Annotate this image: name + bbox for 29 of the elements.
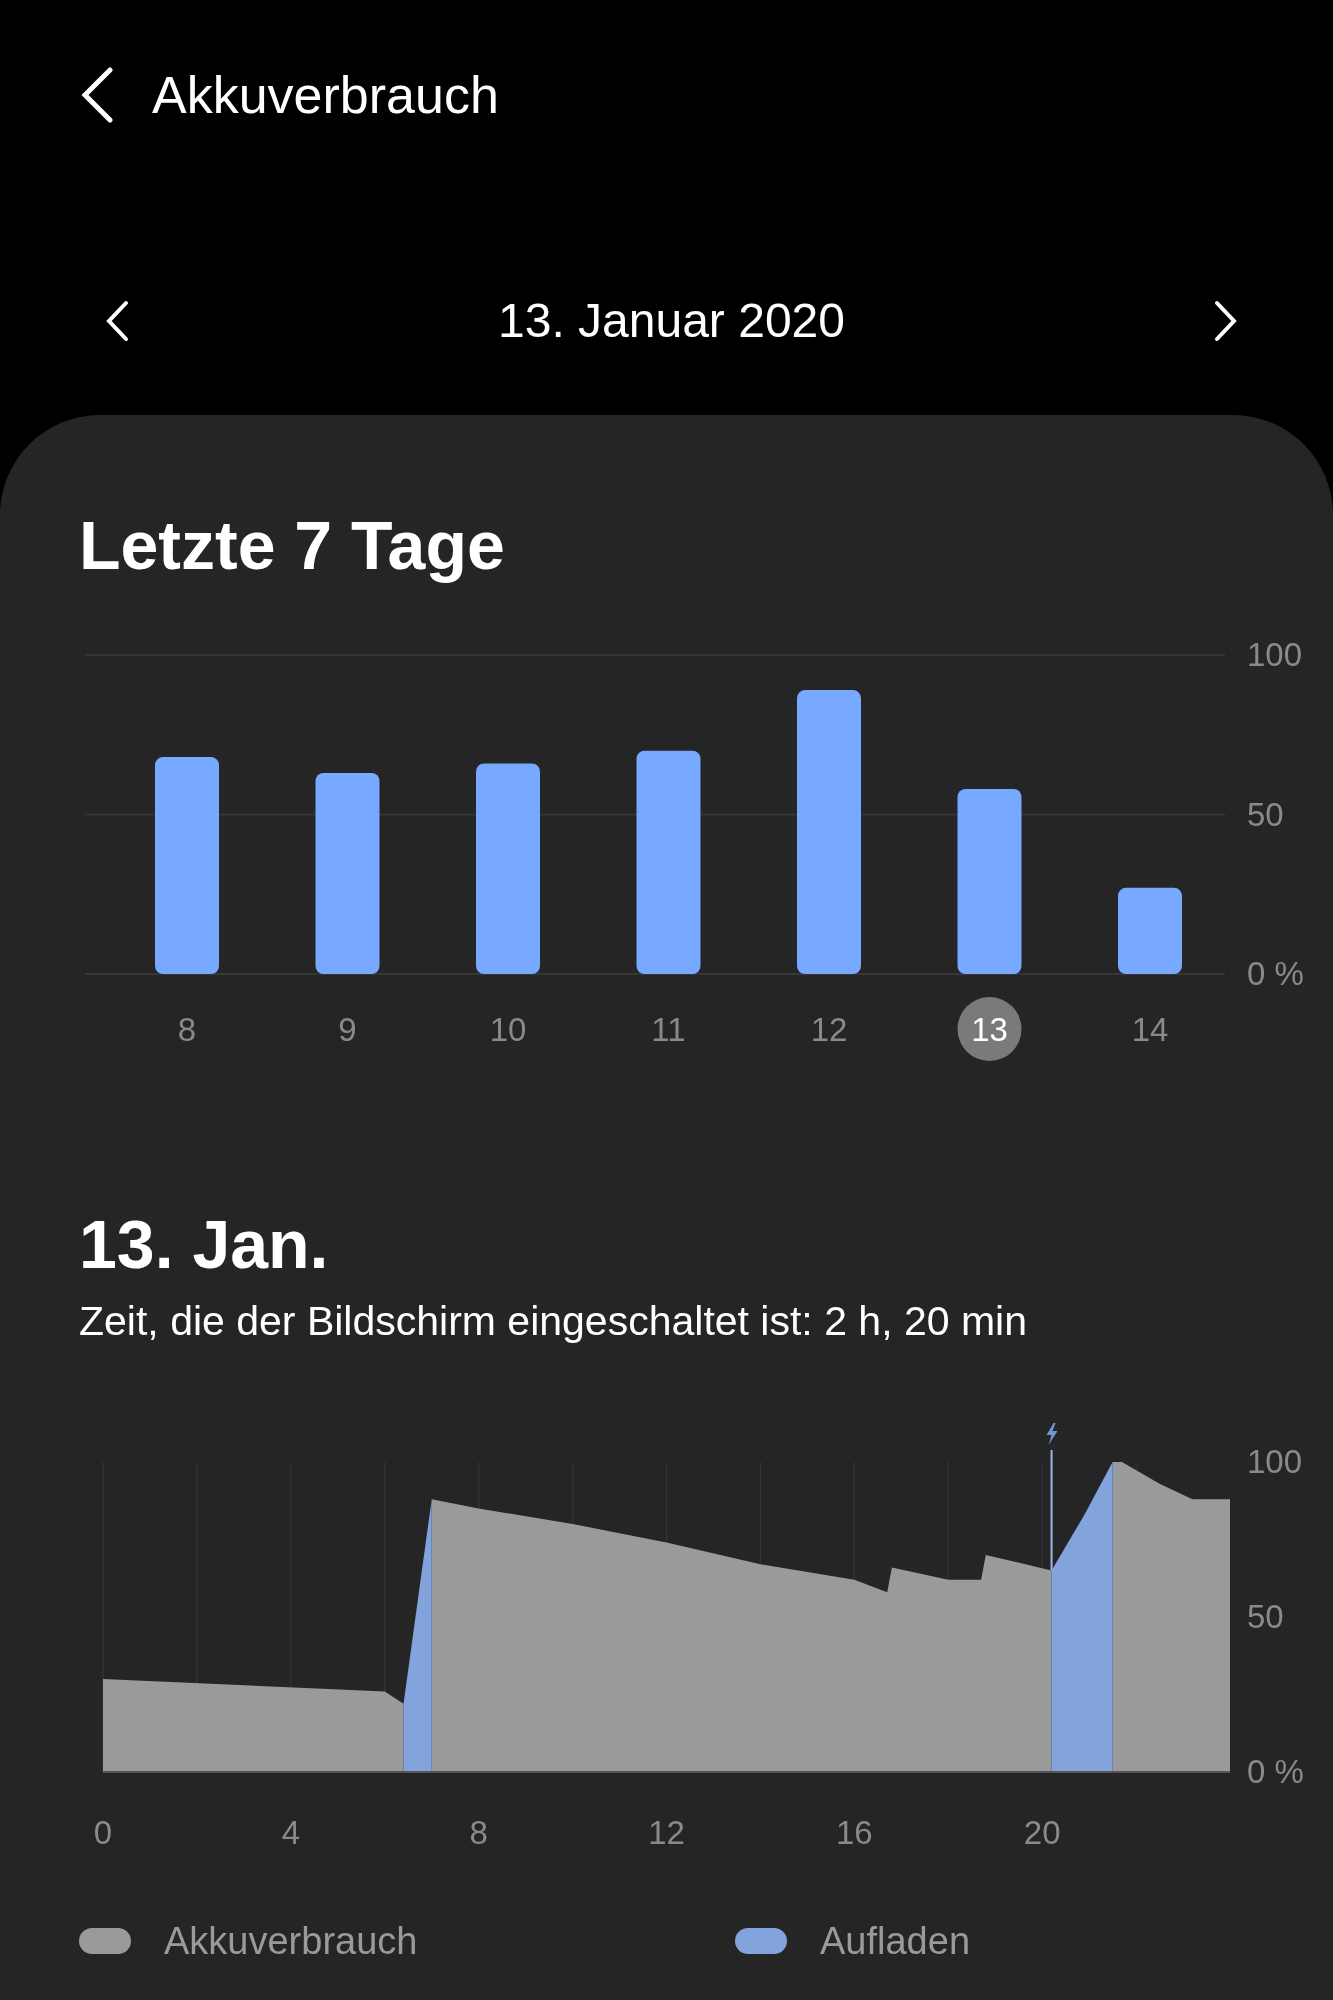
day-label[interactable]: 10: [489, 1010, 527, 1048]
axis-label: 0: [93, 1813, 113, 1851]
axis-label: 16: [835, 1813, 873, 1851]
axis-label: 8: [469, 1813, 488, 1851]
day-label[interactable]: 13: [971, 1010, 1008, 1048]
day-label[interactable]: 12: [810, 1010, 848, 1048]
next-day-button[interactable]: [1214, 299, 1238, 342]
day-label[interactable]: 8: [177, 1010, 197, 1048]
day-label[interactable]: 11: [651, 1010, 686, 1048]
date-label: 13. Januar 2020: [498, 292, 845, 349]
axis-label: 0 %: [1247, 1752, 1304, 1790]
axis-label: 100: [1247, 1442, 1303, 1480]
day-label[interactable]: 9: [338, 1010, 357, 1048]
axis-label: 4: [281, 1813, 300, 1851]
legend-label: Aufladen: [820, 1918, 970, 1964]
axis-label: 50: [1247, 1597, 1284, 1635]
axis-label: 100: [1247, 635, 1303, 673]
back-button[interactable]: [80, 67, 114, 123]
screen-time-text: Zeit, die der Bildschirm eingeschaltet ist: 2 h, 20 min: [79, 1297, 1028, 1347]
previous-day-button[interactable]: [105, 299, 129, 342]
section-title: Letzte 7 Tage: [79, 506, 506, 585]
axis-label: 12: [648, 1813, 685, 1851]
day-label[interactable]: 14: [1131, 1010, 1169, 1048]
screen-title: Akkuverbrauch: [152, 65, 499, 126]
axis-label: 50: [1247, 795, 1284, 833]
axis-label: 20: [1023, 1813, 1061, 1851]
axis-label: 0 %: [1247, 954, 1304, 992]
section-title: 13. Jan.: [79, 1204, 330, 1284]
legend-label: Akkuverbrauch: [164, 1918, 418, 1964]
